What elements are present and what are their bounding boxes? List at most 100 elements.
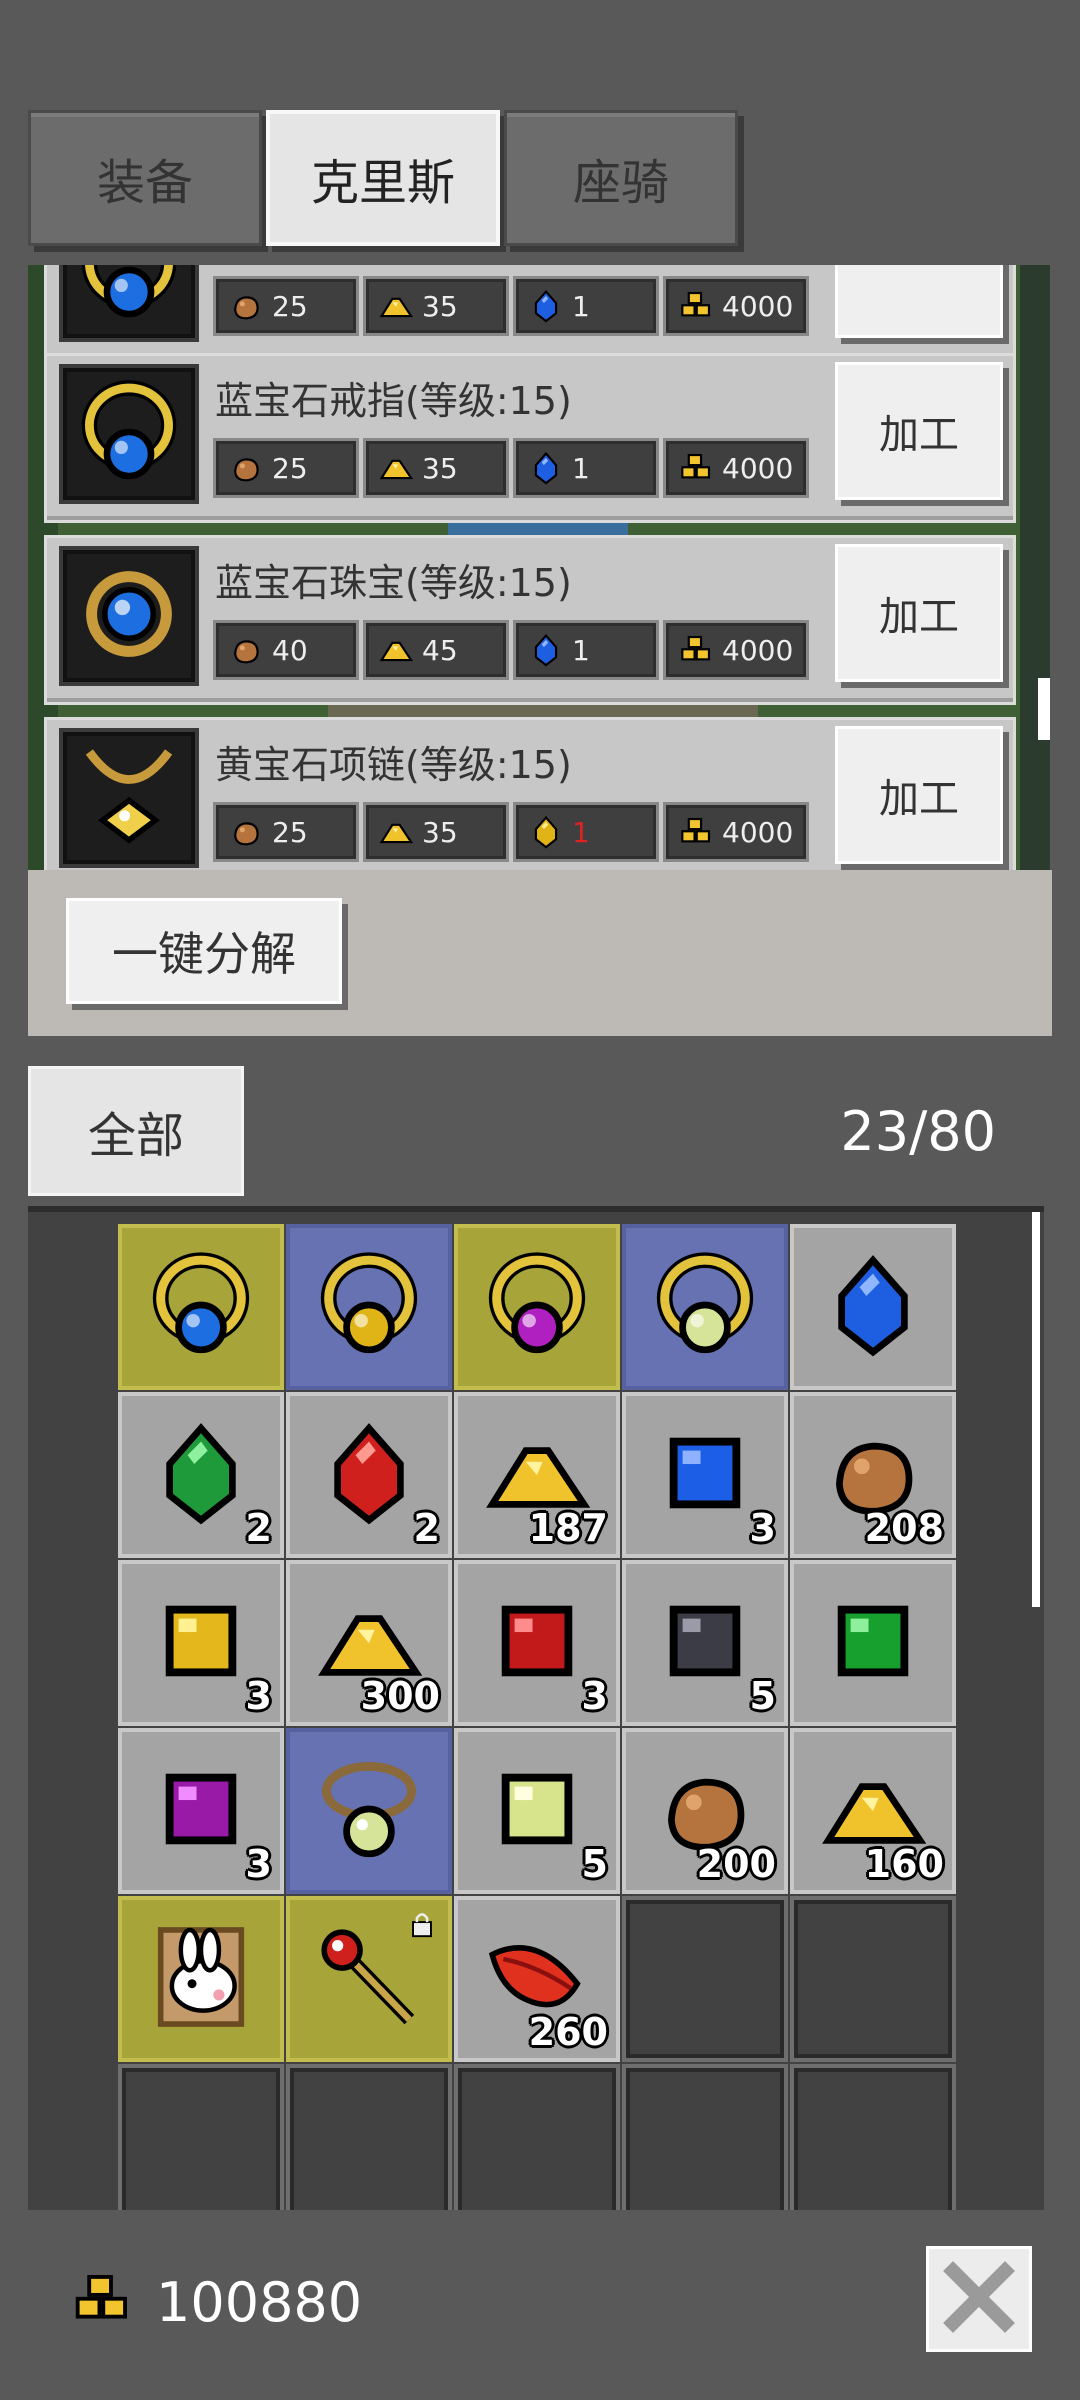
recipe-cost: 4000 (663, 438, 809, 498)
inventory-slot[interactable]: 5 (454, 1728, 620, 1894)
blue-cube-icon (649, 1417, 761, 1533)
gold-coins-icon (678, 632, 714, 668)
item-count: 5 (749, 1674, 776, 1718)
gold-amount: 100880 (156, 2270, 363, 2334)
lime-cube-icon (481, 1753, 593, 1869)
recipe-row: 蓝宝石珠宝(等级:15) 40 45 1 4000 加工 (44, 535, 1016, 705)
sapphire-ring-icon (145, 1249, 257, 1365)
inventory-scrollbar[interactable] (1032, 1212, 1040, 1607)
craft-button[interactable]: 加工 (835, 726, 1003, 864)
purple-cube-icon (145, 1753, 257, 1869)
black-cube-icon (649, 1585, 761, 1701)
ore-icon (228, 814, 264, 850)
inventory-slot[interactable]: 160 (790, 1728, 956, 1894)
item-count: 5 (581, 1842, 608, 1886)
inventory-slot[interactable] (118, 1224, 284, 1390)
inventory-slot[interactable]: 3 (118, 1728, 284, 1894)
inventory-slot[interactable] (790, 1224, 956, 1390)
recipe-list[interactable]: 25 35 1 4000 蓝宝石戒指(等级:15) 25 35 1 4000 加… (28, 265, 1050, 870)
inventory-slot[interactable]: 5 (622, 1560, 788, 1726)
inventory-slot[interactable]: 260 (454, 1896, 620, 2062)
recipe-item-thumb (59, 546, 199, 686)
topaz-ring-icon (313, 1249, 425, 1365)
cost-value: 25 (272, 289, 308, 323)
recipe-cost: 45 (363, 620, 509, 680)
inventory-slot-empty[interactable] (118, 2064, 284, 2210)
red-gem-icon (313, 1417, 425, 1533)
gold-pile-icon (378, 632, 414, 668)
craft-button[interactable] (835, 265, 1003, 338)
inventory-slot[interactable]: 187 (454, 1392, 620, 1558)
inventory-slot[interactable]: 3 (454, 1560, 620, 1726)
inventory-slot[interactable] (286, 1728, 452, 1894)
inventory-slot[interactable]: 200 (622, 1728, 788, 1894)
recipe-cost: 4000 (663, 620, 809, 680)
gold-coins-icon (678, 814, 714, 850)
item-count: 260 (528, 2010, 608, 2054)
sapphire-jewel-icon (74, 559, 184, 673)
recipe-cost: 25 (213, 276, 359, 336)
cost-value: 45 (422, 633, 458, 667)
inventory-slot[interactable] (454, 1224, 620, 1390)
cost-value: 4000 (722, 289, 794, 323)
inventory-slot-empty[interactable] (622, 2064, 788, 2210)
inventory-slot[interactable]: 3 (622, 1392, 788, 1558)
inventory-slot[interactable]: 2 (118, 1392, 284, 1558)
ore-icon (228, 450, 264, 486)
inventory-slot-empty[interactable] (286, 2064, 452, 2210)
recipe-costs: 25 35 1 4000 (213, 438, 813, 498)
inventory-slot[interactable]: 2 (286, 1392, 452, 1558)
recipe-costs: 25 35 1 4000 (213, 802, 813, 862)
recipe-cost: 35 (363, 276, 509, 336)
close-button[interactable] (926, 2246, 1032, 2352)
inventory-slot[interactable] (118, 1896, 284, 2062)
recipe-cost: 35 (363, 802, 509, 862)
inventory-slot-empty[interactable] (454, 2064, 620, 2210)
recipe-title: 黄宝石项链(等级:15) (215, 743, 572, 787)
inventory-slot[interactable] (286, 1896, 452, 2062)
recipe-cost: 25 (213, 802, 359, 862)
gold-pile-icon (378, 814, 414, 850)
sapphire-ring-icon (74, 265, 184, 329)
recipe-item-thumb (59, 265, 199, 342)
decompose-all-button[interactable]: 一键分解 (66, 898, 342, 1004)
inventory-slot-empty[interactable] (790, 2064, 956, 2210)
recipe-cost: 1 (513, 802, 659, 862)
green-gem-icon (145, 1417, 257, 1533)
recipe-cost: 1 (513, 276, 659, 336)
item-count: 300 (360, 1674, 440, 1718)
sapphire-ring-icon (74, 377, 184, 491)
item-count: 3 (245, 1842, 272, 1886)
inventory-panel[interactable]: 2 2 187 3 208 3 300 3 5 3 5 200 160 260 (28, 1206, 1044, 2210)
inventory-slot[interactable]: 300 (286, 1560, 452, 1726)
ore-icon (228, 632, 264, 668)
filter-all-button[interactable]: 全部 (28, 1066, 244, 1196)
inventory-slot-empty[interactable] (790, 1896, 956, 2062)
recipe-cost: 4000 (663, 802, 809, 862)
yellow-gem-icon (528, 814, 564, 850)
recipe-costs: 40 45 1 4000 (213, 620, 813, 680)
tab-chris[interactable]: 克里斯 (266, 110, 500, 246)
inventory-slot-empty[interactable] (622, 1896, 788, 2062)
craft-button[interactable]: 加工 (835, 362, 1003, 500)
close-icon (943, 2261, 1015, 2337)
inventory-slot[interactable] (286, 1224, 452, 1390)
cost-value: 35 (422, 451, 458, 485)
cost-value: 1 (572, 289, 590, 323)
inventory-slot[interactable]: 208 (790, 1392, 956, 1558)
recipe-title: 蓝宝石戒指(等级:15) (215, 379, 572, 423)
tab-mount[interactable]: 座骑 (504, 110, 738, 246)
recipe-cost: 1 (513, 620, 659, 680)
inventory-capacity: 23/80 (840, 1100, 996, 1163)
tab-equipment[interactable]: 装备 (28, 110, 262, 246)
blue-gem-icon (528, 450, 564, 486)
item-count: 3 (581, 1674, 608, 1718)
recipe-list-scrollbar[interactable] (1038, 678, 1050, 740)
cost-value: 35 (422, 815, 458, 849)
inventory-slot[interactable]: 3 (118, 1560, 284, 1726)
item-count: 160 (864, 1842, 944, 1886)
craft-button[interactable]: 加工 (835, 544, 1003, 682)
cost-value: 25 (272, 451, 308, 485)
inventory-slot[interactable] (790, 1560, 956, 1726)
inventory-slot[interactable] (622, 1224, 788, 1390)
